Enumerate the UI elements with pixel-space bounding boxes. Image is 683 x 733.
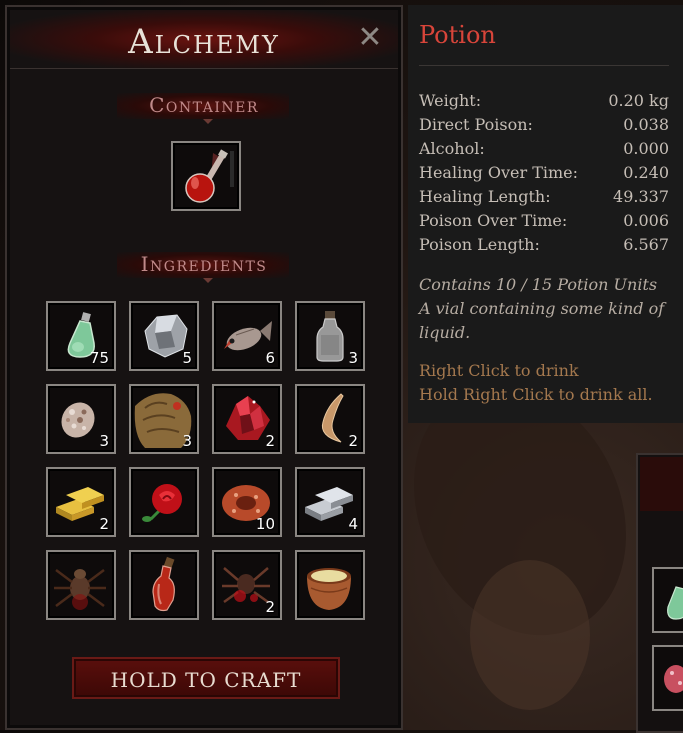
stat-value: 0.000 — [623, 139, 669, 158]
item-count: 3 — [348, 349, 358, 367]
ingredient-slot[interactable]: 6 — [212, 301, 282, 371]
stat-row: Direct Poison: 0.038 — [419, 115, 669, 139]
item-count: 5 — [182, 349, 192, 367]
ingredient-slot[interactable]: 10 — [212, 467, 282, 537]
stat-label: Poison Over Time: — [419, 211, 568, 230]
description-line: A vial containing some kind of — [419, 299, 665, 318]
item-tooltip: Potion Weight: 0.20 kg Direct Poison: 0.03… — [408, 5, 683, 423]
section-notch — [203, 278, 213, 283]
stat-value: 6.567 — [623, 235, 669, 254]
wine-bottle-icon — [152, 556, 175, 612]
item-count: 2 — [265, 598, 275, 616]
tooltip-title: Potion — [419, 21, 496, 49]
item-count: 10 — [255, 515, 275, 533]
clay-pot-icon — [307, 568, 351, 610]
spider-icon — [54, 569, 106, 610]
background-shape — [470, 560, 590, 710]
mushroom-spore-icon — [664, 665, 683, 693]
stat-label: Healing Over Time: — [419, 163, 579, 182]
ingredient-slot[interactable]: 3 — [46, 384, 116, 454]
ingredient-slot[interactable]: 3 — [295, 301, 365, 371]
inventory-slot[interactable] — [652, 567, 683, 633]
stat-label: Alcohol: — [419, 139, 485, 158]
stat-row: Healing Over Time: 0.240 — [419, 163, 669, 187]
stat-row: Healing Length: 49.337 — [419, 187, 669, 211]
stat-label: Weight: — [419, 91, 482, 110]
ingredient-slot[interactable]: 2 — [212, 384, 282, 454]
panel-header: Alchemy ✕ — [10, 10, 398, 69]
ingredient-slot[interactable]: 4 — [295, 467, 365, 537]
item-count: 4 — [348, 515, 358, 533]
close-icon[interactable]: ✕ — [356, 23, 384, 53]
stat-value: 0.006 — [623, 211, 669, 230]
stat-value: 49.337 — [613, 187, 669, 206]
item-count: 2 — [265, 432, 275, 450]
hint-drink: Right Click to drink — [419, 361, 579, 380]
item-count: 75 — [89, 349, 109, 367]
stat-value: 0.20 kg — [608, 91, 669, 110]
stat-label: Poison Length: — [419, 235, 540, 254]
secondary-panel-header — [640, 457, 683, 511]
ingredients-label: Ingredients — [140, 252, 268, 276]
stat-row: Poison Length: 6.567 — [419, 235, 669, 259]
hint-drink-all: Hold Right Click to drink all. — [419, 385, 653, 404]
red-rose-icon — [142, 484, 182, 522]
alchemy-panel: Alchemy ✕ Container Ingredients 75 5 6 3… — [5, 5, 403, 730]
potion-flask-icon — [185, 149, 234, 203]
stat-row: Alcohol: 0.000 — [419, 139, 669, 163]
ingredient-slot[interactable]: 2 — [46, 467, 116, 537]
container-slot[interactable] — [171, 141, 241, 211]
stat-label: Direct Poison: — [419, 115, 533, 134]
hold-to-craft-button[interactable]: HOLD TO CRAFT — [72, 657, 340, 699]
stat-label: Healing Length: — [419, 187, 551, 206]
tooltip-divider — [419, 65, 669, 66]
description-line: liquid. — [419, 323, 471, 342]
ingredient-slot[interactable] — [46, 550, 116, 620]
ingredient-slot[interactable]: 75 — [46, 301, 116, 371]
ingredient-slot[interactable]: 3 — [129, 384, 199, 454]
green-vial-icon — [667, 586, 683, 620]
item-count: 2 — [99, 515, 109, 533]
panel-title: Alchemy — [128, 22, 280, 62]
stat-row: Poison Over Time: 0.006 — [419, 211, 669, 235]
item-count: 2 — [348, 432, 358, 450]
ingredient-slot[interactable]: 2 — [295, 384, 365, 454]
units-line: Contains 10 / 15 Potion Units — [419, 275, 658, 294]
ingredient-slot[interactable] — [129, 467, 199, 537]
item-count: 6 — [265, 349, 275, 367]
container-label: Container — [149, 93, 259, 117]
item-count: 3 — [182, 432, 192, 450]
stat-value: 0.038 — [623, 115, 669, 134]
inventory-slot[interactable] — [652, 645, 683, 711]
ingredient-slot[interactable]: 5 — [129, 301, 199, 371]
secondary-panel — [636, 453, 683, 733]
ingredient-slot[interactable] — [295, 550, 365, 620]
stat-value: 0.240 — [623, 163, 669, 182]
ingredient-slot[interactable] — [129, 550, 199, 620]
section-notch — [203, 119, 213, 124]
item-count: 3 — [99, 432, 109, 450]
ingredient-slot[interactable]: 2 — [212, 550, 282, 620]
stat-row: Weight: 0.20 kg — [419, 91, 669, 115]
